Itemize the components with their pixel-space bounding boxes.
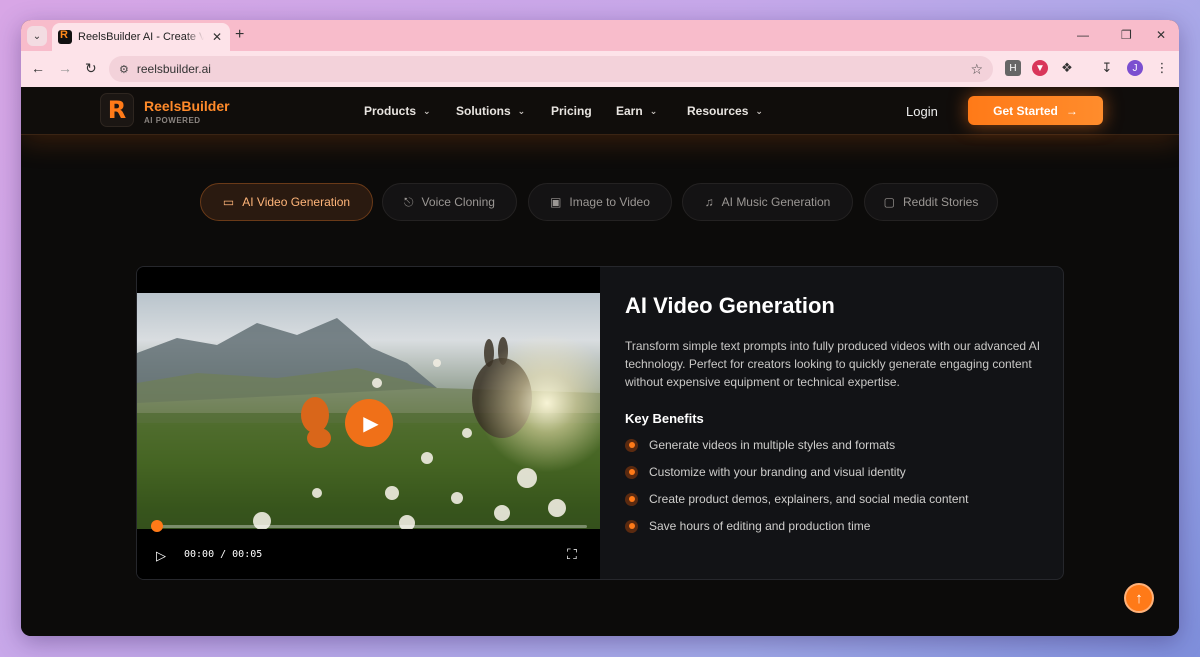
benefit-text: Create product demos, explainers, and so… [649, 492, 969, 506]
video-camera-icon: ▭ [222, 195, 235, 209]
address-bar[interactable]: ⚙ reelsbuilder.ai ☆ [109, 56, 993, 82]
bullet-dot-icon [625, 519, 638, 533]
browser-toolbar: ← → ↻ ⚙ reelsbuilder.ai ☆ H ▼ ❖ ↧ J ⋮ [21, 51, 1179, 87]
arrow-right-icon: → [1065, 103, 1078, 118]
benefit-item: Create product demos, explainers, and so… [625, 492, 1045, 506]
bullet-dot-icon [625, 438, 638, 452]
chevron-down-icon: ⌄ [423, 105, 431, 116]
feature-description: Transform simple text prompts into fully… [625, 339, 1041, 389]
login-link[interactable]: Login [906, 104, 938, 119]
tab-title: ReelsBuilder AI - Create Viral Content [78, 31, 204, 43]
nav-solutions[interactable]: Solutions ⌄ [456, 104, 525, 118]
microphone-icon: ⎋ [404, 194, 414, 209]
benefit-text: Generate videos in multiple styles and f… [649, 438, 896, 452]
video-progress-bar[interactable] [151, 520, 587, 532]
chevron-down-icon: ⌄ [755, 105, 763, 116]
extensions-puzzle-icon[interactable]: ❖ [1059, 60, 1075, 76]
minimize-icon[interactable]: — [1077, 28, 1089, 42]
forward-icon[interactable]: → [58, 60, 72, 76]
feature-card: ▶ ▷ 00:00 / 00:05 ⛶ AI Video Generation … [136, 266, 1064, 580]
shield-extension-icon[interactable]: ▼ [1032, 60, 1048, 76]
new-tab-icon[interactable]: + [235, 27, 244, 43]
tab-voice-cloning[interactable]: ⎋ Voice Cloning [382, 183, 517, 221]
page: R ReelsBuilder AI POWERED Products ⌄ Sol… [21, 87, 1179, 636]
bullet-dot-icon [625, 465, 638, 479]
logo-icon[interactable]: R [100, 93, 134, 127]
tab-label: AI Video Generation [242, 195, 351, 209]
more-menu-icon[interactable]: ⋮ [1154, 60, 1170, 76]
title-bar: ⌄ ReelsBuilder AI - Create Viral Content… [21, 20, 1179, 51]
chevron-down-icon: ⌄ [649, 105, 658, 116]
tab-label: Image to Video [569, 195, 650, 209]
brand-tagline: AI POWERED [144, 116, 201, 125]
site-favicon-icon [58, 29, 72, 44]
nav-resources-label: Resources [687, 104, 749, 118]
back-icon[interactable]: ← [31, 60, 45, 76]
profile-avatar[interactable]: J [1127, 60, 1143, 76]
url-text: reelsbuilder.ai [136, 62, 211, 76]
restore-icon[interactable]: ❐ [1121, 28, 1132, 42]
tab-label: Reddit Stories [902, 195, 979, 209]
download-icon[interactable]: ↧ [1099, 60, 1115, 76]
fullscreen-icon[interactable]: ⛶ [567, 546, 577, 563]
brand-name[interactable]: ReelsBuilder [144, 98, 230, 114]
nav-resources[interactable]: Resources ⌄ [687, 104, 763, 118]
nav-products-label: Products [364, 104, 417, 118]
extension-h-icon[interactable]: H [1005, 60, 1021, 76]
get-started-label: Get Started [993, 103, 1058, 118]
reload-icon[interactable]: ↻ [85, 60, 97, 76]
progress-handle[interactable] [151, 520, 163, 532]
big-play-button[interactable]: ▶ [345, 399, 393, 447]
feature-info: AI Video Generation Transform simple tex… [625, 293, 1045, 533]
chevron-down-icon: ⌄ [517, 105, 526, 116]
tab-image-to-video[interactable]: ▣ Image to Video [528, 183, 672, 221]
benefit-text: Save hours of editing and production tim… [649, 519, 871, 533]
browser-tab[interactable]: ReelsBuilder AI - Create Viral Content ✕ [52, 23, 230, 51]
benefits-heading: Key Benefits [625, 411, 704, 426]
nav-solutions-label: Solutions [456, 104, 511, 118]
nav-earn[interactable]: Earn ⌄ [616, 104, 657, 118]
nav-pricing[interactable]: Pricing [551, 104, 592, 118]
video-player[interactable]: ▶ ▷ 00:00 / 00:05 ⛶ [137, 267, 600, 579]
tab-search-icon[interactable]: ⌄ [27, 26, 47, 46]
nav-earn-label: Earn [616, 104, 643, 118]
chat-bubble-icon: ▢ [883, 195, 895, 209]
close-window-icon[interactable]: ✕ [1156, 28, 1166, 42]
tab-close-icon[interactable]: ✕ [210, 30, 224, 44]
browser-window: ⌄ ReelsBuilder AI - Create Viral Content… [21, 20, 1179, 636]
feature-title: AI Video Generation [625, 293, 835, 318]
get-started-button[interactable]: Get Started → [968, 96, 1103, 125]
bullet-dot-icon [625, 492, 638, 506]
scroll-to-top-button[interactable]: ↑ [1124, 583, 1154, 613]
tab-ai-video-generation[interactable]: ▭ AI Video Generation [200, 183, 373, 221]
nav-products[interactable]: Products ⌄ [364, 104, 431, 118]
tab-ai-music-generation[interactable]: ♫ AI Music Generation [682, 183, 853, 221]
video-time: 00:00 / 00:05 [184, 549, 263, 560]
tab-label: AI Music Generation [721, 195, 831, 209]
play-icon[interactable]: ▷ [156, 548, 166, 564]
site-info-icon[interactable]: ⚙ [119, 63, 129, 76]
music-note-icon: ♫ [704, 195, 714, 209]
tab-label: Voice Cloning [421, 195, 495, 209]
site-header: R ReelsBuilder AI POWERED Products ⌄ Sol… [21, 87, 1179, 135]
image-icon: ▣ [550, 195, 562, 209]
benefit-text: Customize with your branding and visual … [649, 465, 906, 479]
tab-reddit-stories[interactable]: ▢ Reddit Stories [864, 183, 998, 221]
benefit-item: Generate videos in multiple styles and f… [625, 438, 1045, 452]
nav-pricing-label: Pricing [551, 104, 592, 118]
benefit-item: Customize with your branding and visual … [625, 465, 1045, 479]
bookmark-star-icon[interactable]: ☆ [970, 61, 983, 78]
benefit-item: Save hours of editing and production tim… [625, 519, 1045, 533]
